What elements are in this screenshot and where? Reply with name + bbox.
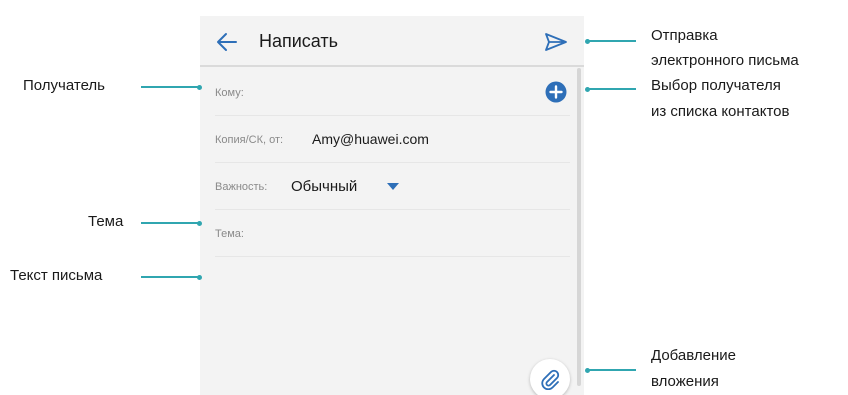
callout-subject: Тема [88, 213, 124, 230]
attach-button[interactable] [530, 359, 570, 395]
callout-attach-line2: вложения [651, 373, 719, 390]
triangle-down-icon[interactable] [387, 183, 399, 191]
to-label: Кому: [215, 87, 244, 99]
subject-field[interactable]: Тема: [215, 209, 570, 257]
callout-recipient: Получатель [23, 77, 105, 94]
arrow-left-icon[interactable] [216, 31, 238, 53]
callout-body: Текст письма [10, 267, 103, 284]
paper-plane-icon[interactable] [544, 32, 568, 52]
page-title: Написать [259, 31, 339, 51]
callout-body-dot [197, 274, 202, 280]
cc-field[interactable]: Копия/СК, от: Amy@huawei.com [215, 115, 570, 163]
callout-contacts-line1: Выбор получателя [651, 77, 781, 94]
compose-toolbar: Написать [200, 16, 584, 67]
message-body-input[interactable] [200, 257, 576, 395]
plus-circle-icon[interactable] [545, 81, 567, 103]
callout-recipient-line [141, 86, 199, 88]
paperclip-icon [541, 369, 560, 390]
callout-body-line [141, 276, 199, 278]
callout-subject-dot [197, 220, 202, 226]
callout-contacts-line [588, 88, 636, 90]
toolbar-divider [200, 65, 584, 67]
subject-label: Тема: [215, 228, 244, 240]
callout-send-line2: электронного письма [651, 52, 799, 69]
callout-attach-line1: Добавление [651, 347, 736, 364]
callout-subject-line [141, 222, 199, 224]
priority-field[interactable]: Важность: Обычный [215, 162, 570, 210]
callout-attach-line [588, 369, 636, 371]
to-field[interactable]: Кому: [215, 68, 570, 116]
cc-label: Копия/СК, от: [215, 134, 284, 146]
priority-value[interactable]: Обычный [291, 178, 357, 195]
priority-label: Важность: [215, 181, 268, 193]
compose-screen: Написать Кому: Копия/СК, от: Amy@huawei.… [200, 16, 584, 395]
callout-contacts-line2: из списка контактов [651, 103, 790, 120]
scrollbar[interactable] [577, 68, 581, 386]
callout-send-line1: Отправка [651, 27, 718, 44]
cc-value: Amy@huawei.com [312, 131, 429, 147]
callout-send-line [588, 40, 636, 42]
callout-recipient-dot [197, 84, 202, 90]
